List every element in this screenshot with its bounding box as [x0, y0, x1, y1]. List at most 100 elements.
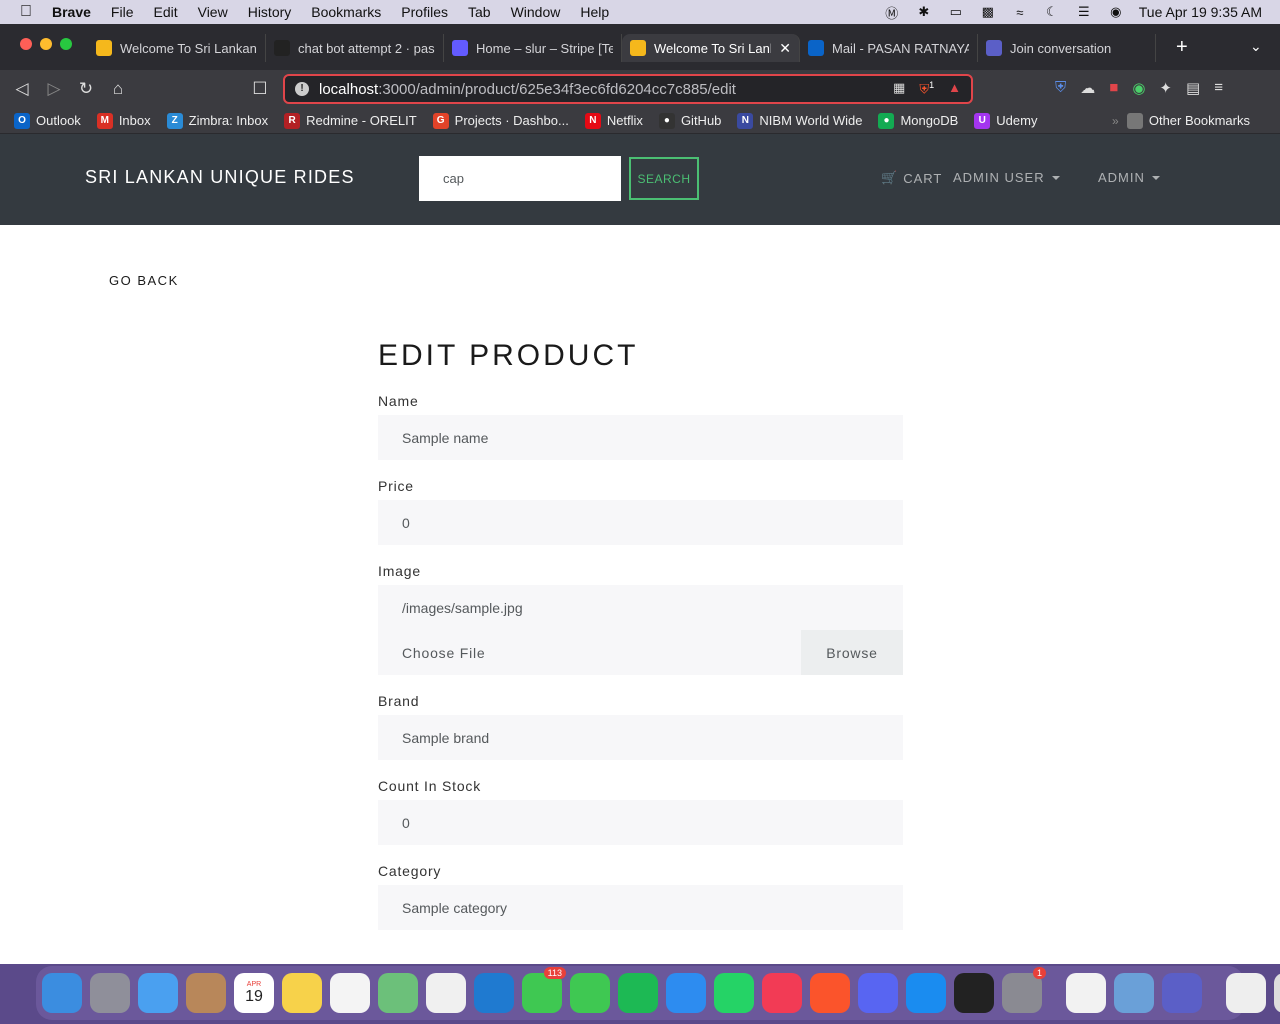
wallet-icon[interactable]: ▤	[1186, 79, 1200, 97]
menu-window[interactable]: Window	[501, 4, 571, 20]
menu-file[interactable]: File	[101, 4, 144, 20]
messages-icon[interactable]: 113	[522, 967, 566, 1013]
bluetooth-icon[interactable]: ✱	[915, 4, 933, 20]
browser-tab[interactable]: Join conversation	[978, 34, 1156, 62]
new-tab-button[interactable]: +	[1176, 36, 1188, 59]
trash-icon[interactable]	[1274, 973, 1280, 1013]
site-info-icon[interactable]: !	[295, 82, 309, 96]
back-icon[interactable]: ◁	[12, 79, 32, 99]
bookmark-item[interactable]: ● MongoDB	[878, 112, 958, 129]
bookmark-item[interactable]: N Netflix	[584, 112, 643, 129]
bookmark-item[interactable]: M Inbox	[96, 112, 151, 129]
layout-icon[interactable]: ▩	[979, 4, 997, 20]
category-field[interactable]: Sample category	[378, 885, 903, 930]
browser-tab[interactable]: Welcome To Sri Lanka ✕	[622, 34, 800, 62]
maps-icon[interactable]	[378, 973, 418, 1013]
menu-tab[interactable]: Tab	[458, 4, 501, 20]
forward-icon[interactable]: ▷	[44, 79, 64, 99]
name-field[interactable]: Sample name	[378, 415, 903, 460]
puzzle-icon[interactable]: ✦	[1159, 79, 1172, 97]
menu-bookmarks[interactable]: Bookmarks	[301, 4, 391, 20]
notes-icon[interactable]	[282, 973, 322, 1013]
bookmark-page-icon[interactable]: ☐	[250, 79, 270, 99]
admin-menu-dropdown[interactable]: ADMIN	[1098, 170, 1160, 185]
search-input[interactable]	[419, 156, 621, 201]
menu-help[interactable]: Help	[570, 4, 619, 20]
facetime-icon[interactable]	[570, 973, 610, 1013]
brand-field[interactable]: Sample brand	[378, 715, 903, 760]
browser-tab[interactable]: Mail - PASAN RATNAYAK	[800, 34, 978, 62]
moon-icon[interactable]: ☾	[1043, 4, 1061, 20]
close-tab-icon[interactable]: ✕	[779, 40, 791, 57]
teams-icon[interactable]	[1162, 973, 1202, 1013]
browse-button[interactable]: Browse	[801, 630, 903, 675]
bookmark-item[interactable]: Z Zimbra: Inbox	[166, 112, 268, 129]
status-app-icon[interactable]: Ⓜ	[883, 4, 901, 21]
menu-app-name[interactable]: Brave	[52, 4, 101, 20]
go-back-button[interactable]: GO BACK	[109, 273, 179, 288]
address-bar[interactable]: ! localhost :3000/admin/product/625e34f3…	[283, 74, 973, 104]
bookmark-item[interactable]: O Outlook	[14, 112, 81, 129]
bitwarden-icon[interactable]: ⛨	[1055, 79, 1066, 97]
image-file-picker[interactable]: Choose File Browse	[378, 630, 903, 675]
bookmarks-overflow-icon[interactable]: »	[1112, 114, 1119, 128]
preview-icon[interactable]	[1114, 973, 1154, 1013]
bookmark-item[interactable]: G Projects · Dashbo...	[432, 112, 569, 129]
price-field[interactable]: 0	[378, 500, 903, 545]
other-bookmarks[interactable]: Other Bookmarks	[1126, 112, 1250, 129]
qr-code-icon[interactable]: ▦	[893, 80, 905, 97]
launchpad-icon[interactable]	[90, 973, 130, 1013]
site-brand[interactable]: SRI LANKAN UNIQUE RIDES	[85, 167, 355, 188]
browser-tab[interactable]: Welcome To Sri Lankan U	[88, 34, 266, 62]
search-button[interactable]: SEARCH	[629, 157, 699, 200]
menu-view[interactable]: View	[188, 4, 238, 20]
photos-icon[interactable]	[426, 973, 466, 1013]
user-menu-dropdown[interactable]: ADMIN USER	[953, 170, 1060, 185]
siri-icon[interactable]: ◉	[1107, 4, 1125, 20]
terminal-icon[interactable]	[954, 973, 994, 1013]
reload-icon[interactable]: ↻	[76, 79, 96, 99]
battery-icon[interactable]: ▭	[947, 4, 965, 20]
vscode-icon[interactable]	[474, 973, 514, 1013]
browser-tab[interactable]: chat bot attempt 2 · pasa	[266, 34, 444, 62]
green-extension-icon[interactable]: ◉	[1132, 79, 1145, 97]
menu-edit[interactable]: Edit	[143, 4, 187, 20]
finder-icon[interactable]	[42, 973, 82, 1013]
whatsapp-icon[interactable]	[714, 973, 754, 1013]
safari-icon[interactable]	[666, 973, 706, 1013]
choose-file-label[interactable]: Choose File	[378, 645, 486, 661]
bookmark-item[interactable]: N NIBM World Wide	[737, 112, 862, 129]
control-center-icon[interactable]: ☰	[1075, 4, 1093, 20]
menu-history[interactable]: History	[238, 4, 302, 20]
cloud-extension-icon[interactable]: ☁	[1080, 79, 1095, 97]
menu-profiles[interactable]: Profiles	[391, 4, 458, 20]
minimize-window-button[interactable]	[40, 38, 52, 50]
image-path-field[interactable]: /images/sample.jpg	[378, 585, 903, 630]
apple-icon[interactable]: 	[0, 3, 52, 21]
brave-shields-icon[interactable]: ⛨1	[919, 80, 934, 97]
tab-search-chevron-icon[interactable]: ⌄	[1250, 38, 1262, 55]
app-store-icon[interactable]	[906, 973, 946, 1013]
music-icon[interactable]	[762, 973, 802, 1013]
bookmark-item[interactable]: U Udemy	[974, 112, 1037, 129]
spotify-icon[interactable]	[618, 973, 658, 1013]
contacts-icon[interactable]	[186, 973, 226, 1013]
count-in-stock-field[interactable]: 0	[378, 800, 903, 845]
zoom-window-button[interactable]	[60, 38, 72, 50]
close-window-button[interactable]	[20, 38, 32, 50]
red-extension-icon[interactable]: ■	[1109, 79, 1118, 97]
system-preferences-icon[interactable]: 1	[1002, 967, 1046, 1013]
brave-icon[interactable]	[810, 973, 850, 1013]
bookmark-item[interactable]: R Redmine - ORELIT	[284, 112, 417, 129]
menubar-clock[interactable]: Tue Apr 19 9:35 AM	[1139, 4, 1262, 20]
discord-icon[interactable]	[858, 973, 898, 1013]
menu-icon[interactable]: ≡	[1214, 79, 1223, 97]
cart-link[interactable]: 🛒 CART	[881, 170, 942, 186]
xlsx-file-icon[interactable]	[1226, 973, 1266, 1013]
bookmark-item[interactable]: ● GitHub	[658, 112, 721, 129]
calendar-icon[interactable]: APR 19	[234, 973, 274, 1013]
reminders-icon[interactable]	[330, 973, 370, 1013]
mail-icon[interactable]	[138, 973, 178, 1013]
browser-tab[interactable]: Home – slur – Stripe [Tes	[444, 34, 622, 62]
home-icon[interactable]: ⌂	[108, 79, 128, 99]
